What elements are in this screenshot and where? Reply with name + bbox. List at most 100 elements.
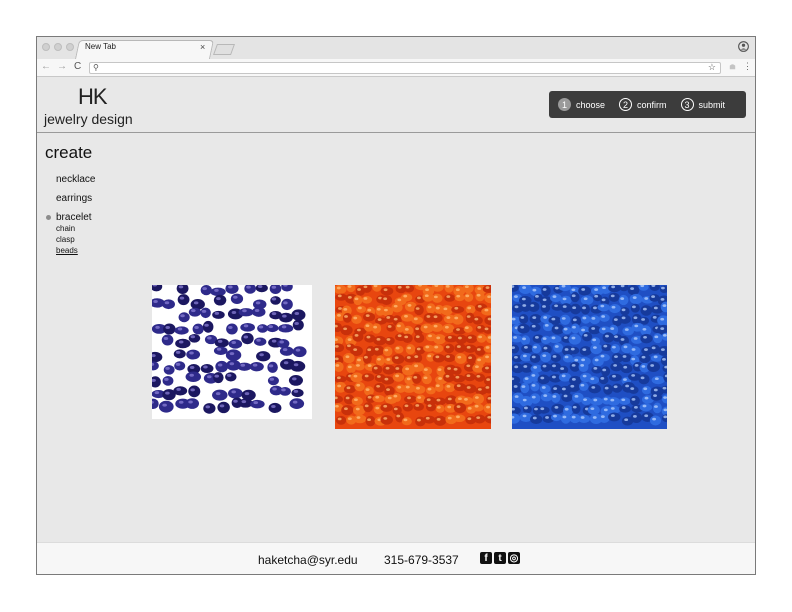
bead-highlight: [436, 398, 441, 402]
bead-highlight: [612, 374, 616, 378]
back-icon[interactable]: ←: [41, 61, 51, 72]
bead-highlight: [337, 384, 342, 388]
twitter-icon[interactable]: t: [494, 552, 506, 564]
bead-highlight: [189, 373, 194, 377]
bead-highlight: [453, 367, 458, 371]
logo-mark[interactable]: HK: [78, 84, 108, 110]
bead-highlight: [514, 395, 519, 398]
product-orange-beads-image[interactable]: [335, 285, 491, 429]
menu-item-earrings[interactable]: earrings: [56, 193, 92, 204]
browser-menu-icon[interactable]: ⋮: [743, 61, 752, 72]
bead: [342, 352, 355, 364]
extension-icon[interactable]: [728, 62, 737, 71]
bead-highlight: [653, 388, 658, 392]
bead-highlight: [347, 338, 352, 341]
bead-highlight: [553, 387, 558, 390]
bead: [401, 293, 413, 302]
bead-highlight: [652, 316, 657, 319]
bead-highlight: [662, 357, 666, 361]
bead: [402, 402, 414, 412]
close-window-button[interactable]: [42, 43, 50, 51]
step-choose[interactable]: 1 choose: [558, 98, 605, 111]
bead: [361, 373, 375, 382]
product-purple-beads-image[interactable]: [152, 285, 312, 419]
product-blue-beads-image[interactable]: [512, 285, 667, 429]
bead-highlight: [226, 373, 232, 377]
bead-highlight: [396, 324, 401, 328]
bead-highlight: [377, 357, 381, 361]
profile-icon[interactable]: [738, 41, 749, 52]
bead-highlight: [413, 317, 418, 321]
facebook-icon[interactable]: f: [480, 552, 492, 564]
menu-item-necklace[interactable]: necklace: [56, 174, 95, 185]
bead-highlight: [204, 323, 209, 327]
bead: [386, 324, 396, 332]
bead-highlight: [605, 334, 609, 338]
bead-highlight: [593, 306, 597, 310]
bead: [476, 333, 487, 343]
bead-highlight: [653, 355, 658, 359]
bead-highlight: [643, 335, 647, 339]
bead-highlight: [407, 396, 411, 400]
bead: [425, 386, 436, 395]
tab-close-icon[interactable]: ×: [200, 42, 205, 52]
new-tab-button[interactable]: [212, 44, 236, 55]
bead-highlight: [414, 355, 419, 358]
bead-highlight: [190, 388, 195, 392]
instagram-icon[interactable]: ◎: [508, 552, 520, 564]
step-submit[interactable]: 3 submit: [680, 98, 725, 111]
menu-item-bracelet[interactable]: bracelet: [56, 212, 92, 223]
bead-highlight: [653, 394, 657, 398]
bead-highlight: [190, 335, 196, 339]
bead: [250, 399, 265, 409]
bead: [598, 375, 609, 385]
bead-highlight: [601, 298, 606, 302]
bead: [550, 413, 562, 422]
bead: [391, 302, 403, 313]
bead: [629, 395, 640, 406]
bead-highlight: [271, 312, 277, 316]
submenu-item-beads[interactable]: beads: [56, 246, 78, 255]
bead: [288, 375, 303, 386]
bead-highlight: [456, 345, 461, 348]
bead-highlight: [427, 305, 432, 309]
bead: [200, 285, 212, 296]
submenu-item-clasp[interactable]: clasp: [56, 235, 75, 244]
bead-highlight: [478, 335, 483, 339]
bead-highlight: [433, 315, 438, 319]
bead: [432, 344, 444, 353]
maximize-window-button[interactable]: [66, 43, 74, 51]
reload-icon[interactable]: C: [74, 61, 81, 72]
bead-highlight: [228, 326, 233, 330]
bead-highlight: [406, 377, 411, 381]
bead-highlight: [426, 315, 431, 318]
bead: [530, 414, 543, 424]
forward-icon[interactable]: →: [57, 61, 67, 72]
bead-highlight: [644, 297, 649, 300]
address-input[interactable]: ⚲ ☆: [89, 62, 721, 74]
bead-highlight: [354, 297, 359, 301]
minimize-window-button[interactable]: [54, 43, 62, 51]
bead: [402, 333, 413, 343]
bead-highlight: [610, 294, 615, 298]
bead-highlight: [255, 301, 261, 305]
bead-highlight: [484, 327, 489, 331]
footer-email-link[interactable]: haketcha@syr.edu: [258, 553, 358, 567]
bead-highlight: [641, 365, 646, 368]
bead-highlight: [456, 415, 460, 419]
bead-highlight: [542, 305, 546, 308]
bead-highlight: [407, 346, 412, 350]
bookmark-star-icon[interactable]: ☆: [708, 62, 716, 73]
bead-highlight: [387, 396, 392, 400]
bead-highlight: [178, 400, 184, 404]
logo-text[interactable]: jewelry design: [44, 111, 133, 127]
bead-highlight: [445, 345, 450, 349]
bead: [185, 398, 200, 409]
bead-highlight: [386, 388, 390, 391]
bead-highlight: [356, 383, 361, 387]
bead: [375, 355, 385, 366]
bead-highlight: [623, 345, 628, 349]
bead-highlight: [553, 414, 557, 418]
step-confirm[interactable]: 2 confirm: [619, 98, 667, 111]
submenu-item-chain[interactable]: chain: [56, 224, 75, 233]
